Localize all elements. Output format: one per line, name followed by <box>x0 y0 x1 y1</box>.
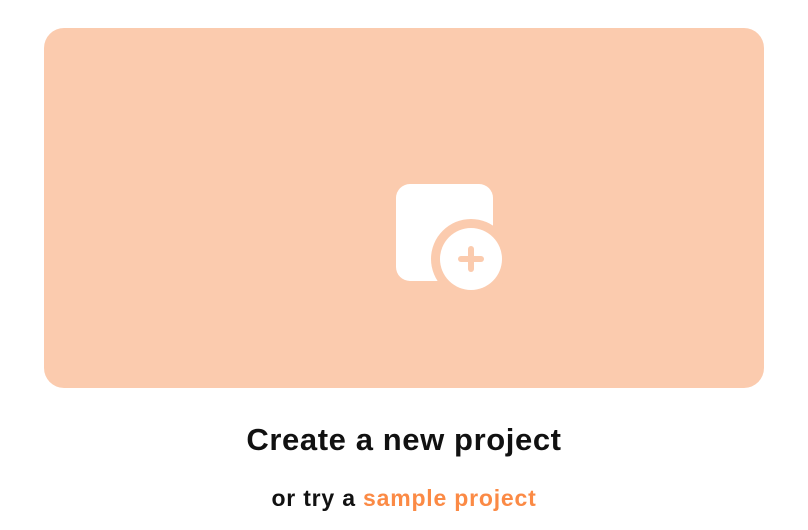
create-project-card[interactable] <box>44 28 764 388</box>
new-project-page: Create a new project or try a sample pro… <box>0 0 808 530</box>
sample-prompt-prefix: or try a <box>271 485 364 511</box>
add-project-icon <box>396 184 505 293</box>
sample-project-link[interactable]: sample project <box>363 485 537 511</box>
page-title: Create a new project <box>246 422 562 457</box>
sample-project-prompt: or try a sample project <box>0 481 808 515</box>
